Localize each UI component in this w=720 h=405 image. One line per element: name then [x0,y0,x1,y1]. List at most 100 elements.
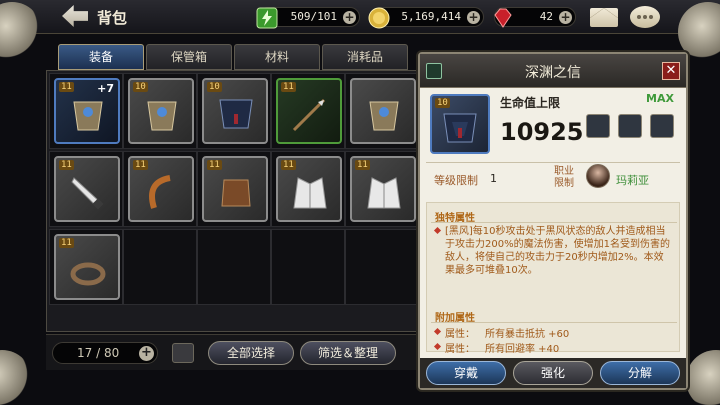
divider [431,322,677,323]
corner-ornament [0,350,32,405]
cape-icon [443,113,477,143]
item-level-badge: 11 [207,160,222,170]
mail-icon[interactable] [590,8,618,27]
gold-coin-icon [368,7,390,29]
popup-item-icon: 10 [430,94,490,154]
add-gold-button[interactable]: + [467,11,480,24]
inventory-slot[interactable]: 11 +7 [49,73,123,149]
lock-icon[interactable] [650,114,674,138]
stat-name: 生命值上限 [500,96,561,110]
popup-footer: 穿戴 强化 分解 [420,358,686,388]
cape-icon [219,99,253,129]
anvil-icon[interactable] [618,114,642,138]
job-name: 玛莉亚 [616,174,649,187]
divider [431,222,677,223]
inventory-item[interactable]: 11 [128,156,194,222]
bullet-icon [433,226,442,235]
energy-value: 509/101 [290,10,337,23]
energy-counter: 509/101 + [256,7,360,29]
corner-ornament [686,350,720,405]
inventory-slot[interactable]: 11 [49,229,123,305]
item-level-badge: 11 [133,160,148,170]
inventory-slot[interactable]: 11 [271,73,345,149]
item-level-badge: 11 [281,160,296,170]
gem-value: 42 [539,10,553,23]
item-level-badge: 10 [133,82,148,92]
inventory-slot[interactable]: 11 [49,151,123,227]
add-energy-button[interactable]: + [343,11,356,24]
inventory-count: 17 / 80 + [52,342,158,364]
item-detail-popup: 深渊之信 ✕ 10 生命值上限 10925 MAX 等级限制 1 职业限制 玛莉… [418,52,688,390]
inventory-grid: 11 +7 10 10 11 11 11 11 11 11 11 [46,70,419,332]
inventory-slot[interactable]: 11 [345,151,419,227]
inventory-slot[interactable] [345,73,419,149]
add-gem-button[interactable]: + [559,11,572,24]
extra-attr-1: 属性： 所有暴击抵抗 +60 [445,325,569,340]
item-level-badge: 11 [59,82,74,92]
tab-storage[interactable]: 保管箱 [146,44,232,70]
inventory-item[interactable]: 11 [202,156,268,222]
tab-materials[interactable]: 材料 [234,44,320,70]
enhance-box-icon[interactable] [586,114,610,138]
inventory-item[interactable]: 11 +7 [54,78,120,144]
inventory-count-value: 17 / 80 [77,346,120,360]
hook-icon [149,175,171,209]
enhance-button[interactable]: 强化 [513,361,593,385]
item-level-badge: 11 [281,82,296,92]
unique-attr-desc: [黑风]每10秒攻击处于黑风状态的敌人并造成相当于攻击力200%的魔法伤害，使增… [445,226,670,276]
popup-title: 深渊之信 [525,65,581,81]
filter-sort-button[interactable]: 筛选＆整理 [300,341,396,365]
close-button[interactable]: ✕ [662,62,680,80]
top-bar: 背包 509/101 + 5,169,414 + 42 + [0,0,720,34]
bullet-icon [433,342,442,351]
inventory-slot[interactable]: 11 [197,151,271,227]
max-label: MAX [646,92,674,105]
chat-bubble-icon[interactable] [630,6,660,28]
extra-attr-2: 属性： 所有回避率 +40 [445,340,559,355]
tab-equipment[interactable]: 装备 [58,44,144,70]
inventory-item[interactable]: 11 [350,156,416,222]
inventory-item[interactable]: 11 [54,156,120,222]
popup-header: 深渊之信 ✕ [420,54,686,88]
dismantle-button[interactable]: 分解 [600,361,680,385]
ruby-gem-icon [494,8,512,28]
inventory-slot[interactable]: 10 [197,73,271,149]
extra-attr-1-name: 属性： [445,329,475,340]
job-limit-label: 职业限制 [554,166,574,189]
tab-consumables[interactable]: 消耗品 [322,44,408,70]
coat-icon [293,177,327,209]
inventory-slot[interactable]: 10 [123,73,197,149]
gold-counter: 5,169,414 + [368,7,484,29]
energy-bolt-icon [256,7,278,29]
attributes-panel: 独特属性 [黑风]每10秒攻击处于黑风状态的敌人并造成相当于攻击力200%的魔法… [426,202,680,355]
spear-icon [292,98,326,132]
select-all-button[interactable]: 全部选择 [208,341,294,365]
page-title: 背包 [97,9,128,27]
inventory-slot[interactable]: 11 [271,151,345,227]
armor-icon [73,101,103,131]
armor-icon [369,101,399,131]
gem-counter: 42 + [494,7,576,28]
inventory-slot[interactable]: 11 [123,151,197,227]
inventory-item[interactable]: 10 [128,78,194,144]
bullet-icon [433,327,442,336]
inventory-bottom-bar: 17 / 80 + 全部选择 筛选＆整理 [46,334,418,370]
expand-inventory-button[interactable]: + [139,346,154,361]
leather-icon [221,179,251,207]
level-limit-value: 1 [490,172,497,185]
coat-icon [367,177,401,209]
inventory-item[interactable]: 11 [276,156,342,222]
sort-icon[interactable] [172,343,194,363]
inventory-slot [197,229,271,305]
inventory-item[interactable]: 11 [54,234,120,300]
level-limit-label: 等级限制 [434,174,478,187]
stat-value: 10925 [500,118,584,146]
equip-button[interactable]: 穿戴 [426,361,506,385]
inventory-item[interactable]: 11 [276,78,342,144]
inventory-item[interactable]: 10 [202,78,268,144]
inventory-item[interactable] [350,78,416,144]
extra-attr-1-value: 所有暴击抵抗 +60 [485,329,570,340]
back-arrow-icon[interactable] [62,5,88,27]
character-avatar [586,164,610,188]
divider [426,162,680,163]
